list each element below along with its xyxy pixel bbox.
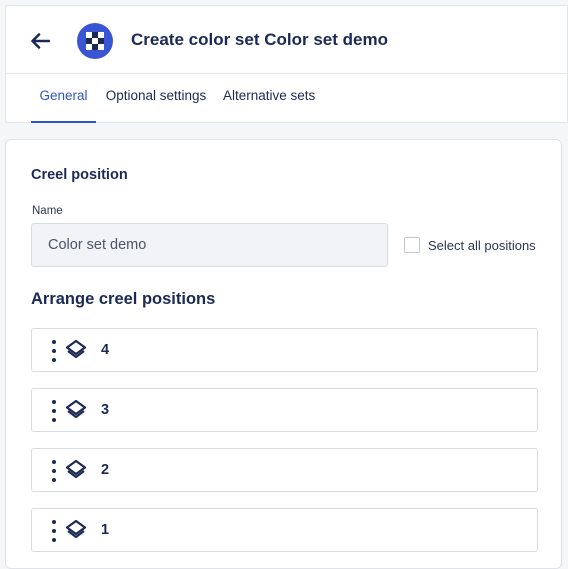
select-all-checkbox[interactable] (404, 237, 420, 253)
creel-position-item[interactable]: 4 (31, 328, 538, 372)
position-number: 3 (101, 402, 110, 418)
tab-bar: General Optional settings Alternative se… (6, 74, 567, 123)
checker-logo-icon (77, 23, 113, 59)
page-title: Create color set Color set demo (131, 30, 388, 49)
creel-position-item[interactable]: 2 (31, 448, 538, 492)
drag-handle-icon[interactable] (50, 520, 58, 542)
drag-handle-icon[interactable] (50, 340, 58, 362)
section-title: Creel position (31, 167, 128, 183)
select-all-label: Select all positions (428, 237, 536, 253)
layers-icon (65, 339, 87, 359)
tab-general[interactable]: General (31, 74, 96, 123)
creel-position-item[interactable]: 3 (31, 388, 538, 432)
layers-icon (65, 519, 87, 539)
position-number: 1 (101, 522, 110, 538)
page-header: Create color set Color set demo General … (5, 5, 568, 123)
tab-alternative-sets[interactable]: Alternative sets (223, 74, 315, 123)
creel-position-item[interactable]: 1 (31, 508, 538, 552)
arrange-title: Arrange creel positions (31, 290, 216, 308)
position-number: 2 (101, 462, 110, 478)
arrow-left-icon (31, 33, 50, 49)
layers-icon (65, 399, 87, 419)
name-label: Name (32, 205, 63, 217)
drag-handle-icon[interactable] (50, 400, 58, 422)
tab-optional-settings[interactable]: Optional settings (105, 74, 207, 123)
select-all-positions[interactable]: Select all positions (404, 236, 536, 254)
creel-position-card: Creel position Name Color set demo Selec… (5, 139, 562, 569)
back-button[interactable] (26, 27, 54, 55)
drag-handle-icon[interactable] (50, 460, 58, 482)
position-number: 4 (101, 342, 110, 358)
name-input[interactable]: Color set demo (31, 223, 388, 267)
layers-icon (65, 459, 87, 479)
